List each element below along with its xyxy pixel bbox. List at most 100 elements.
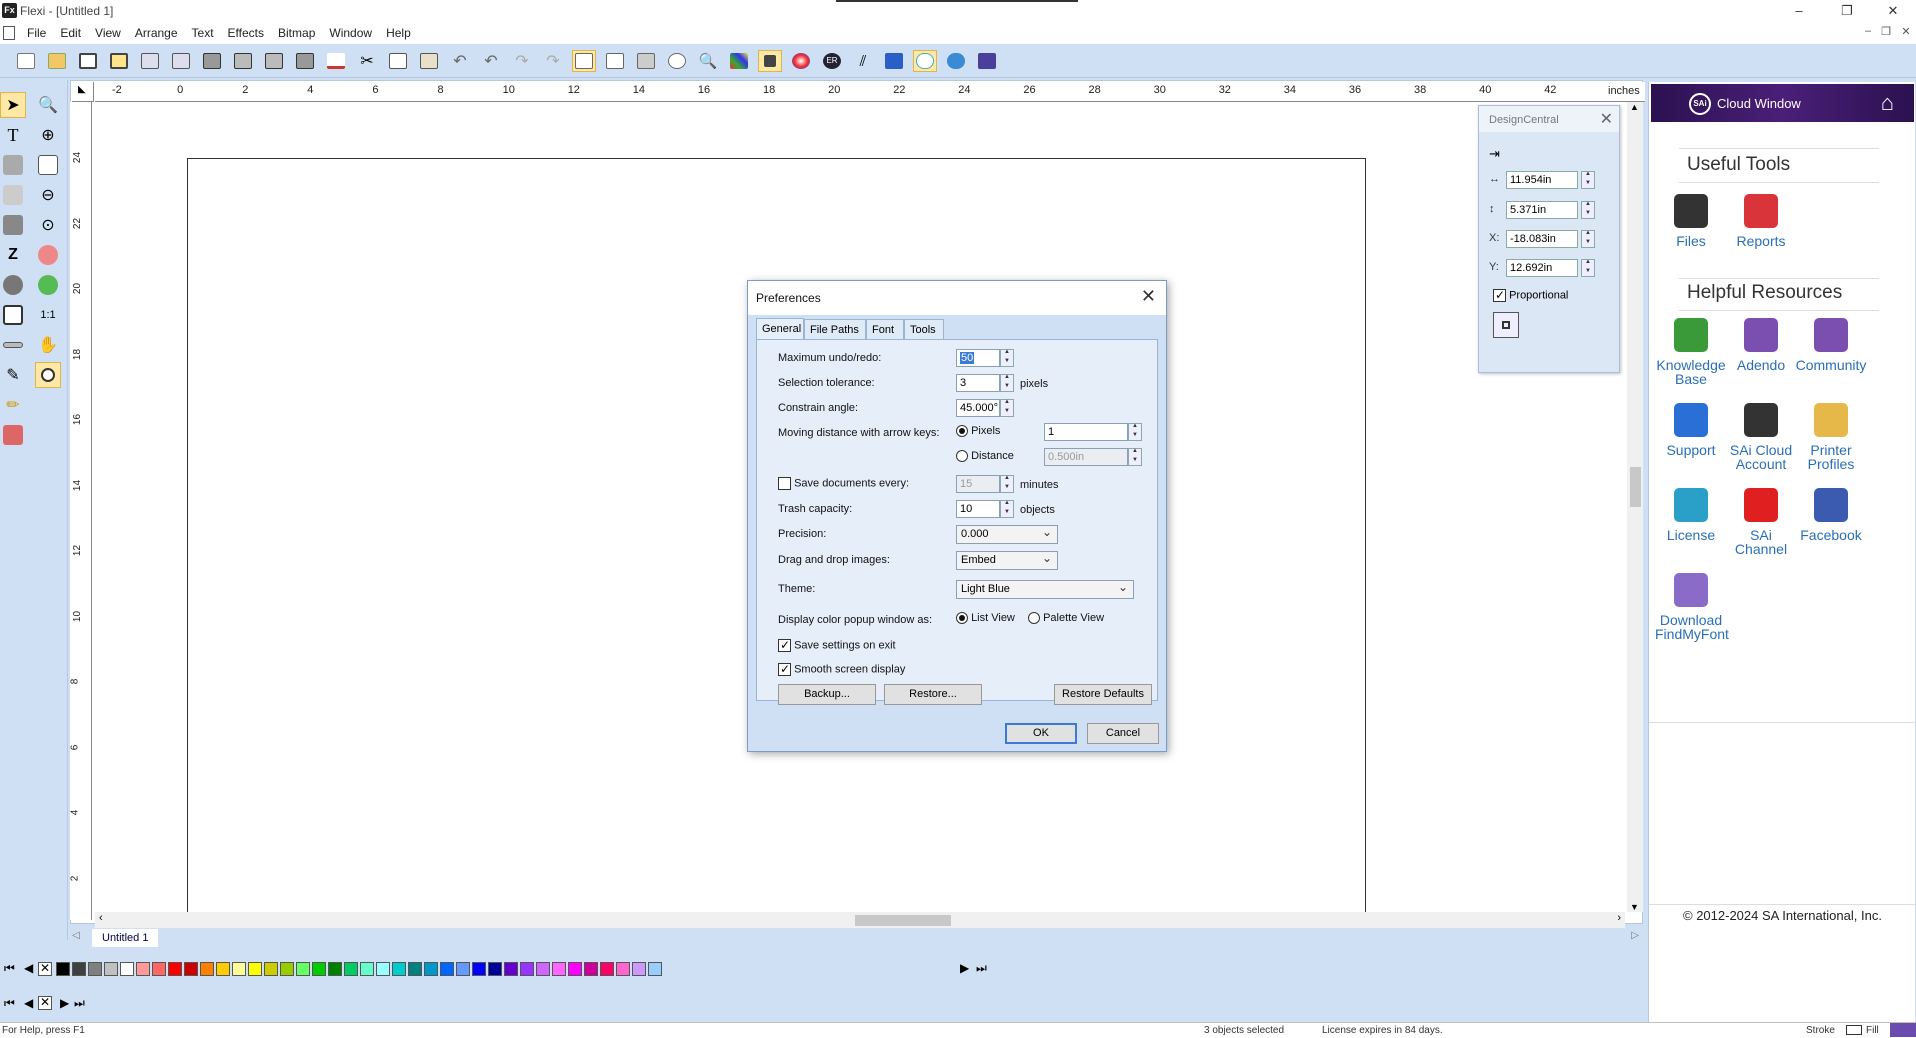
palette2-last-icon[interactable]: ⏭ <box>74 996 85 1011</box>
save-documents-option[interactable]: Save documents every: <box>778 477 909 490</box>
palette2-first-icon[interactable]: ⏮ <box>4 996 15 1011</box>
palette-view-radio[interactable] <box>1028 612 1040 625</box>
eyedropper-icon[interactable]: ✎ <box>0 362 26 388</box>
palette2-prev-icon[interactable]: ◀ <box>24 996 33 1010</box>
palette-prev-icon[interactable]: ◀ <box>24 961 33 975</box>
distance-input[interactable]: 0.500in <box>1044 448 1128 466</box>
color-swatch[interactable] <box>136 962 150 976</box>
pointer-tool-icon[interactable]: ➤ <box>0 92 26 118</box>
zoom-tool-icon[interactable]: 🔍 <box>35 92 61 118</box>
document-icon[interactable] <box>3 26 15 40</box>
zoom-fit-icon[interactable] <box>35 272 61 298</box>
color-swatch[interactable] <box>488 962 502 976</box>
cloud-item[interactable]: Files <box>1655 194 1727 248</box>
scroll-up-icon[interactable]: ▲ <box>1630 102 1639 112</box>
zoom-page-icon[interactable] <box>35 152 61 178</box>
x-input[interactable]: -18.083in <box>1506 230 1578 248</box>
menu-arrange[interactable]: Arrange <box>128 22 185 44</box>
color-manager-icon[interactable] <box>789 50 813 72</box>
color-swatch[interactable] <box>248 962 262 976</box>
zoom-search-icon[interactable]: 🔍 <box>696 50 720 72</box>
constrain-angle-input[interactable]: 45.000° <box>956 399 1000 417</box>
smooth-display-checkbox[interactable] <box>778 662 791 676</box>
ruler-origin-icon[interactable]: ◣ <box>72 82 94 102</box>
palette-view-option[interactable]: Palette View <box>1028 612 1104 625</box>
menu-view[interactable]: View <box>88 22 128 44</box>
color-swatch[interactable] <box>600 962 614 976</box>
new-icon[interactable] <box>14 50 38 72</box>
pan-hand-icon[interactable]: ✋ <box>35 332 61 358</box>
sai-icon[interactable] <box>975 50 999 72</box>
menu-bitmap[interactable]: Bitmap <box>271 22 322 44</box>
palette-first-icon[interactable]: ⏮ <box>4 961 15 976</box>
scroll-left-icon[interactable]: ‹ <box>99 912 103 924</box>
print-icon[interactable] <box>200 50 224 72</box>
zoom-all-icon[interactable] <box>35 242 61 268</box>
save-documents-input[interactable]: 15 <box>956 475 1000 493</box>
list-view-option[interactable]: List View <box>956 612 1015 625</box>
swatch-icon[interactable] <box>727 50 751 72</box>
cloud-item[interactable]: SAi Channel <box>1725 488 1797 556</box>
menu-window[interactable]: Window <box>322 22 379 44</box>
export-icon[interactable] <box>169 50 193 72</box>
color-swatch[interactable] <box>232 962 246 976</box>
shadow-tool-icon[interactable] <box>0 302 26 328</box>
color-swatch[interactable] <box>456 962 470 976</box>
color-swatch[interactable] <box>168 962 182 976</box>
er-icon[interactable]: ER <box>820 50 844 72</box>
color-swatch[interactable] <box>632 962 646 976</box>
color-swatch[interactable] <box>584 962 598 976</box>
menu-file[interactable]: File <box>20 22 53 44</box>
cloud-item[interactable]: Support <box>1655 403 1727 457</box>
layout-icon[interactable] <box>634 50 658 72</box>
distance-spinner[interactable] <box>1128 448 1142 466</box>
measure-tool-icon[interactable] <box>0 332 26 358</box>
warp-tool-icon[interactable]: Z <box>0 242 26 268</box>
cloud-icon[interactable] <box>913 50 937 72</box>
zoom-in-icon[interactable]: ⊕ <box>35 122 61 148</box>
color-swatch[interactable] <box>104 962 118 976</box>
pixels-radio[interactable] <box>956 425 968 438</box>
color-swatch[interactable] <box>392 962 406 976</box>
distance-option[interactable]: Distance <box>956 450 1014 463</box>
zoom-out-icon[interactable]: ⊖ <box>35 182 61 208</box>
color-swatch[interactable] <box>72 962 86 976</box>
palette2-no-color-swatch[interactable]: ✕ <box>38 995 52 1010</box>
horizontal-ruler[interactable]: -2 0 2 4 6 8 10 12 14 16 18 20 22 24 26 28 30 32 34 36 38 40 4… <box>95 82 1645 102</box>
undo-list-icon[interactable]: ↶ <box>479 50 503 72</box>
align-icon[interactable] <box>572 50 596 72</box>
color-picker-icon[interactable] <box>35 362 61 388</box>
backup-button[interactable]: Backup... <box>778 684 876 705</box>
home-icon[interactable]: ⌂ <box>1881 90 1894 116</box>
mdi-minimize-icon[interactable]: – <box>1858 25 1878 41</box>
cloud-item[interactable]: License <box>1655 488 1727 542</box>
tab-scroll-right-icon[interactable]: ▷ <box>1631 930 1639 941</box>
bezier-tool-icon[interactable] <box>0 152 26 178</box>
cloud-item[interactable]: Community <box>1795 318 1867 372</box>
fill-tool-icon[interactable] <box>0 272 26 298</box>
list-view-radio[interactable] <box>956 612 968 625</box>
color-swatch[interactable] <box>472 962 486 976</box>
cloud-item[interactable]: Download FindMyFont <box>1655 573 1729 641</box>
restore-defaults-button[interactable]: Restore Defaults <box>1054 684 1152 705</box>
color-swatch[interactable] <box>280 962 294 976</box>
palette-next-icon[interactable]: ▶ <box>960 961 969 975</box>
selection-tolerance-spinner[interactable] <box>1000 374 1014 392</box>
color-swatch[interactable] <box>504 962 518 976</box>
node-tool-icon[interactable] <box>0 212 26 238</box>
color-swatch[interactable] <box>344 962 358 976</box>
save-documents-spinner[interactable] <box>1000 475 1014 493</box>
cloud-item[interactable]: Adendo <box>1725 318 1797 372</box>
color-swatch[interactable] <box>296 962 310 976</box>
color-swatch[interactable] <box>424 962 438 976</box>
paint-tool-icon[interactable] <box>0 422 26 448</box>
tab-font[interactable]: Font <box>866 319 904 339</box>
height-input[interactable]: 5.371in <box>1506 201 1578 219</box>
cloud-item[interactable]: Facebook <box>1795 488 1867 542</box>
restore-button[interactable]: Restore... <box>884 684 982 705</box>
save-as-icon[interactable] <box>107 50 131 72</box>
open-icon[interactable] <box>45 50 69 72</box>
tab-general[interactable]: General <box>756 318 804 340</box>
color-swatch[interactable] <box>56 962 70 976</box>
color-swatch[interactable] <box>360 962 374 976</box>
